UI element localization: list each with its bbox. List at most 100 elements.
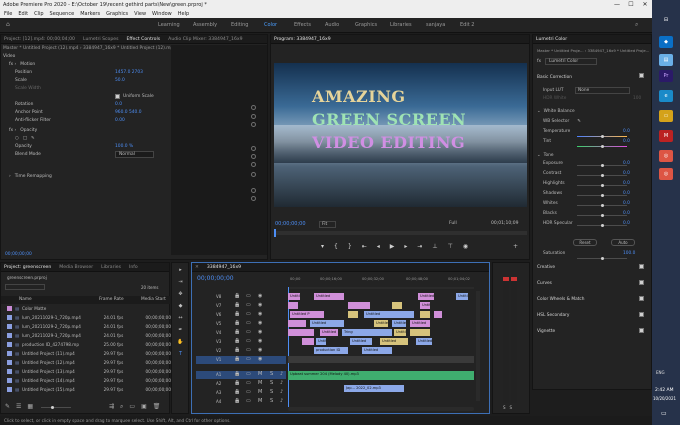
lock-icon[interactable]: 🔒 (234, 371, 240, 377)
voiceover-icon[interactable]: ♪ (280, 398, 283, 404)
mute-button[interactable]: M (258, 389, 262, 395)
clip-v8-b[interactable]: Untitled (314, 293, 344, 300)
sync-lock-icon[interactable]: ▭ (246, 302, 251, 308)
task-view-icon[interactable]: ⊟ (659, 14, 673, 26)
project-item[interactable]: ▤ Untitled Project (14).mp4 29.97 fps 00;00… (7, 378, 171, 383)
project-item[interactable]: ▤ production ID_4274798.mp 25.00 fps 00;00;… (7, 342, 171, 347)
voiceover-icon[interactable]: ♪ (280, 371, 283, 377)
workspace-sanjaya[interactable]: sanjaya (426, 22, 445, 28)
clip-v7-b[interactable] (348, 302, 370, 309)
basic-correction-header[interactable]: Basic Correction (537, 75, 572, 80)
tone-slider[interactable] (577, 214, 627, 217)
input-lut-dropdown[interactable]: None (575, 87, 631, 94)
clip-v5-d[interactable]: Untitled (392, 320, 406, 327)
time-remap-chevron-icon[interactable]: › (9, 174, 11, 179)
clip-v6-a[interactable]: Untitled P (290, 311, 324, 318)
razor-icon[interactable]: ◆ (177, 303, 184, 310)
workspace-edit-2[interactable]: Edit 2 (460, 22, 474, 28)
track-header-v8[interactable]: V8 🔒 ▭ ◉ (196, 293, 286, 301)
menu-help[interactable]: Help (178, 11, 189, 17)
col-media-start[interactable]: Media Start (141, 297, 166, 302)
reset-button[interactable]: Reset (573, 239, 597, 246)
mask-rect-icon[interactable]: □ (23, 136, 27, 141)
track-header-a4[interactable]: A4 🔒 ▭ M S ♪ (196, 398, 286, 406)
eyedropper-icon[interactable]: ✎ (577, 119, 581, 124)
col-frame-rate[interactable]: Frame Rate (99, 297, 124, 302)
eye-icon[interactable]: ◉ (258, 293, 262, 299)
curves-section[interactable]: Curves (537, 281, 552, 286)
ripple-edit-icon[interactable]: ✥ (177, 291, 184, 298)
eye-icon[interactable]: ◉ (258, 329, 262, 335)
eye-icon[interactable]: ◉ (258, 338, 262, 344)
clip-v8-d[interactable]: Untitled (456, 293, 468, 300)
sync-lock-icon[interactable]: ▭ (246, 320, 251, 326)
track-header-v5[interactable]: V5 🔒 ▭ ◉ (196, 320, 286, 328)
mark-in-icon[interactable]: { (334, 243, 338, 250)
track-header-v6[interactable]: V6 🔒 ▭ ◉ (196, 311, 286, 319)
blend-mode-dropdown[interactable]: Normal (115, 151, 154, 158)
sync-lock-icon[interactable]: ▭ (246, 380, 251, 386)
clip-v4-c[interactable]: Tring (342, 329, 372, 336)
notification-icon[interactable]: ▭ (661, 410, 667, 417)
lumetri-tab[interactable]: Lumetri Color (536, 37, 567, 42)
voiceover-icon[interactable]: ♪ (280, 389, 283, 395)
home-icon[interactable]: ⌂ (6, 21, 10, 28)
clip-v8-c[interactable]: Untitled (418, 293, 434, 300)
track-header-v7[interactable]: V7 🔒 ▭ ◉ (196, 302, 286, 310)
project-search-input[interactable] (5, 284, 45, 290)
audio-clip-a1[interactable]: Upbeat summer 204 (Melody 40).mp3 (288, 371, 474, 380)
sync-lock-icon[interactable]: ▭ (246, 389, 251, 395)
tone-chevron-icon[interactable]: ⌄ (537, 153, 541, 158)
anti-flicker-value[interactable]: 0.00 (115, 118, 125, 123)
workspace-learning[interactable]: Learning (158, 22, 180, 28)
workspace-libraries[interactable]: Libraries (390, 22, 412, 28)
tone-slider[interactable] (577, 194, 627, 197)
vignette-section[interactable]: Vignette (537, 329, 555, 334)
tone-slider-knob[interactable] (601, 194, 604, 197)
eye-icon[interactable]: ◉ (258, 356, 262, 362)
mute-button[interactable]: M (258, 371, 262, 377)
list-view-icon[interactable]: ☰ (16, 403, 21, 410)
anchor-point-value[interactable]: 960.0 540.0 (115, 110, 142, 115)
saturation-knob[interactable] (601, 257, 604, 260)
creative-section[interactable]: Creative (537, 265, 555, 270)
timeline-close-icon[interactable]: ✕ (195, 265, 199, 270)
clip-v8-a[interactable]: Untitled (288, 293, 300, 300)
project-item[interactable]: ▤ lum_20211029-3_720p.mp4 24.01 fps 00;00;0… (7, 333, 171, 338)
clip-v6-b[interactable] (348, 311, 358, 318)
sync-lock-icon[interactable]: ▭ (246, 347, 251, 353)
clip-v2-a[interactable]: production ID (314, 347, 348, 354)
menu-window[interactable]: Window (152, 11, 172, 17)
label-color-swatch[interactable] (7, 369, 12, 374)
icon-view-icon[interactable]: ▦ (27, 403, 33, 410)
menu-view[interactable]: View (134, 11, 146, 17)
lock-icon[interactable]: 🔒 (234, 398, 240, 404)
clip-v7-a[interactable] (288, 302, 298, 309)
creative-checkbox[interactable] (639, 264, 644, 269)
clip-v4-b[interactable]: Untitled (320, 329, 338, 336)
premiere-pro-icon[interactable]: Pr (659, 70, 673, 82)
clip-v6-d[interactable] (420, 311, 430, 318)
solo-button[interactable]: S (270, 371, 273, 377)
opacity-section-reset-icon[interactable] (251, 172, 256, 177)
language-indicator[interactable]: ENG (656, 370, 665, 375)
menu-sequence[interactable]: Sequence (50, 11, 75, 17)
saturation-slider[interactable] (577, 257, 627, 260)
tone-slider-knob[interactable] (601, 184, 604, 187)
clip-v5-b[interactable]: Untitled (310, 320, 344, 327)
marker-icon[interactable]: ▾ (321, 243, 324, 250)
opacity-reset-icon[interactable] (251, 188, 256, 193)
track-select-icon[interactable]: ⇥ (177, 279, 184, 286)
saturation-value[interactable]: 100.0 (623, 251, 635, 256)
lumetri-effect-dropdown[interactable]: Lumetri Color (545, 58, 598, 65)
curves-checkbox[interactable] (639, 280, 644, 285)
menu-clip[interactable]: Clip (34, 11, 43, 17)
app-icon-1[interactable]: ◆ (659, 36, 673, 48)
lock-icon[interactable]: 🔒 (234, 347, 240, 353)
step-forward-icon[interactable]: ▸ (404, 243, 407, 250)
lock-icon[interactable]: 🔒 (234, 356, 240, 362)
workspace-color[interactable]: Color (264, 22, 277, 28)
selection-tool-icon[interactable]: ▸ (177, 267, 184, 274)
mcafee-icon[interactable]: M (659, 130, 673, 142)
menu-markers[interactable]: Markers (80, 11, 100, 17)
